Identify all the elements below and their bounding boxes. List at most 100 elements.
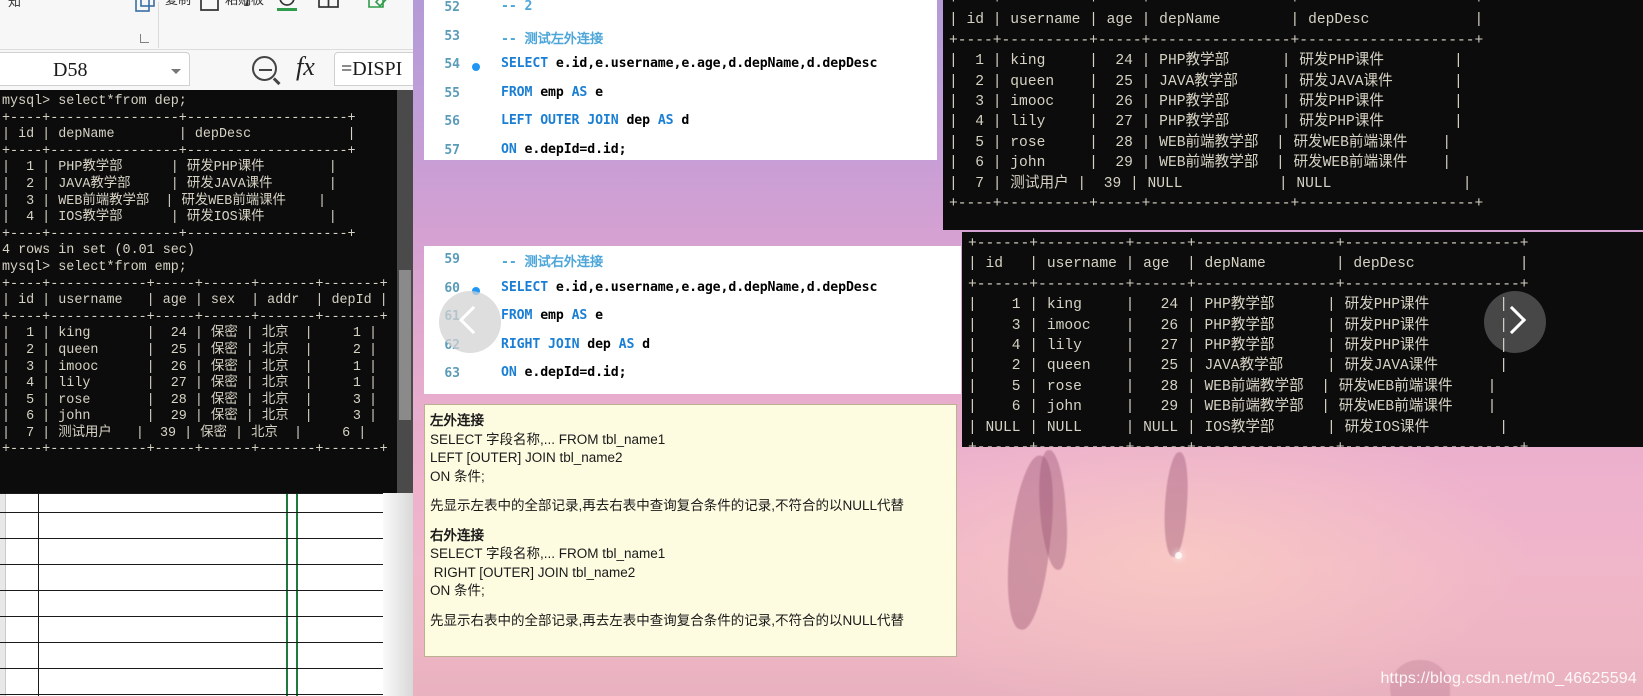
mysql-result-left-join[interactable]: +----+----------+-----+----------------+… <box>943 0 1643 230</box>
result-row: | 3 | imooc | 26 | PHP教学部 | 研发PHP课件 | <box>949 94 1463 111</box>
line-number: 52 <box>444 0 460 15</box>
code-editor-left-join[interactable]: 52 -- 2 53 -- 测试左外连接 54 SELECT e.id,e.usernam… <box>424 0 937 160</box>
terminal-line: | 3 | WEB前端教学部 | 研发WEB前端课件 | <box>2 193 327 209</box>
terminal-line: +----+------------+-----+------+-------+… <box>2 276 388 292</box>
merge-cells-icon[interactable] <box>316 0 342 19</box>
terminal-line: | id | username | age | sex | addr | dep… <box>2 293 388 309</box>
terminal-line: | 5 | rose | 28 | 保密 | 北京 | 3 | <box>2 392 377 408</box>
note-text: 先显示右表中的全部记录,再去左表中查询复合条件的记录,不符合的以NULL代替 <box>430 612 905 628</box>
result-row: | id | username | age | depName | depDes… <box>968 256 1529 273</box>
result-row: | 2 | queen | 25 | JAVA教学部 | 研发JAVA课件 | <box>968 358 1509 375</box>
note-spacer <box>430 516 956 527</box>
code-text: ON e.depId=d.id; <box>501 141 627 157</box>
code-line[interactable]: 62RIGHT JOIN dep AS d <box>424 332 961 361</box>
code-line[interactable]: 63 ON e.depId=d.id; <box>424 360 961 389</box>
code-text: FROM emp AS e <box>501 84 603 100</box>
formula-input-value: =DISPI <box>341 58 403 80</box>
code-text: -- 测试右外连接 <box>501 255 604 270</box>
underline-icon[interactable] <box>272 0 302 21</box>
edit-icon[interactable] <box>366 0 394 19</box>
terminal-line: +----+------------+-----+------+-------+… <box>2 309 388 325</box>
svg-text:I: I <box>243 0 252 11</box>
terminal-scrollbar[interactable] <box>397 90 413 493</box>
result-row: | 7 | 测试用户 | 39 | NULL | NULL | <box>949 175 1472 192</box>
function-icon[interactable]: fx <box>296 52 315 82</box>
terminal-line: mysql> select*from emp; <box>2 259 187 275</box>
line-number: 54 <box>444 57 460 72</box>
line-number: 53 <box>444 28 460 44</box>
code-text: RIGHT JOIN dep AS d <box>501 336 650 352</box>
row-header-column <box>0 493 6 696</box>
zoom-out-icon[interactable] <box>252 56 281 85</box>
result-row: +------+----------+------+--------------… <box>962 438 1643 447</box>
name-box[interactable]: D58 <box>0 52 190 86</box>
code-line[interactable]: 60 SELECT e.id,e.username,e.age,d.depName… <box>424 275 961 304</box>
grid-row-border <box>0 642 397 643</box>
next-image-button[interactable] <box>1484 291 1546 353</box>
terminal-line: +----+----------------+-----------------… <box>2 110 356 126</box>
note-text: ON 条件; <box>430 468 485 484</box>
result-row: | id | username | age | depName | depDes… <box>949 12 1484 29</box>
code-text: ON e.depId=d.id; <box>501 365 627 380</box>
grid-column-border-green <box>286 493 288 696</box>
border-icon[interactable] <box>196 0 222 19</box>
code-line[interactable]: 56 LEFT OUTER JOIN dep AS d <box>424 108 937 137</box>
code-line[interactable]: 57 ON e.depId=d.id; <box>424 137 937 161</box>
grid-row-border <box>0 564 397 565</box>
result-row: | 2 | queen | 25 | JAVA教学部 | 研发JAVA课件 | <box>949 73 1463 90</box>
line-number: 56 <box>444 114 460 129</box>
terminal-line: +----+----------------+-----------------… <box>2 143 356 159</box>
terminal-line: | 7 | 测试用户 | 39 | 保密 | 北京 | 6 | <box>2 425 367 441</box>
code-line[interactable]: 55 FROM emp AS e <box>424 80 937 109</box>
code-text: SELECT e.id,e.username,e.age,d.depName,d… <box>501 279 878 295</box>
breakpoint-icon[interactable] <box>472 63 480 71</box>
code-line[interactable]: 54 SELECT e.id,e.username,e.age,d.depName… <box>424 51 937 80</box>
excel-toolbar: 知 复制 粘贴板 I <box>0 0 413 50</box>
note-spacer <box>430 486 956 497</box>
grid-row-border <box>0 493 397 494</box>
note-text: 先显示左表中的全部记录,再去右表中查询复合条件的记录,不符合的以NULL代替 <box>430 498 905 513</box>
result-row: | 6 | john | 29 | WEB前端教学部 | 研发WEB前端课件 | <box>949 155 1452 172</box>
result-row: | 5 | rose | 28 | WEB前端教学部 | 研发WEB前端课件 | <box>949 134 1452 151</box>
mysql-terminal[interactable]: mysql> select*from dep; +----+-----------… <box>0 90 397 493</box>
terminal-line: | id | depName | depDesc | <box>2 127 356 143</box>
watermark: https://blog.csdn.net/m0_46625594 <box>1380 670 1637 687</box>
result-row: +----+----------+-----+----------------+… <box>949 32 1484 49</box>
grid-row-border <box>0 512 397 513</box>
formula-input[interactable]: =DISPI <box>334 52 413 86</box>
line-number: 57 <box>444 142 460 158</box>
result-row: | 6 | john | 29 | WEB前端教学部 | 研发WEB前端课件 | <box>968 399 1497 416</box>
grid-row-border <box>0 694 397 695</box>
terminal-line: 4 rows in set (0.01 sec) <box>2 243 195 259</box>
code-text: -- 2 <box>501 0 533 14</box>
result-row: | 4 | lily | 27 | PHP教学部 | 研发PHP课件 | <box>949 114 1463 131</box>
result-row: +------+----------+------+--------------… <box>968 236 1529 252</box>
scrollbar-thumb[interactable] <box>399 270 411 420</box>
result-row: | NULL | NULL | NULL | IOS教学部 | 研发IOS课件 … <box>968 419 1509 436</box>
toolbar-label-paste[interactable]: 知 <box>8 0 36 12</box>
grid-row-border <box>0 668 397 669</box>
code-text: -- 测试左外连接 <box>501 31 604 47</box>
spreadsheet-grid[interactable] <box>0 493 397 696</box>
copy-icon[interactable] <box>133 0 159 19</box>
result-row: | 1 | king | 24 | PHP教学部 | 研发PHP课件 | <box>949 53 1463 70</box>
grid-right-gutter <box>383 493 413 696</box>
code-line[interactable]: 53 -- 测试左外连接 <box>424 23 937 52</box>
note-text: RIGHT [OUTER] JOIN tbl_name2 <box>430 564 636 580</box>
previous-image-button[interactable] <box>439 291 501 353</box>
code-line[interactable]: 61FROM emp AS e <box>424 303 961 332</box>
code-line[interactable]: 59 -- 测试右外连接 <box>424 246 961 275</box>
mysql-result-right-join[interactable]: +------+----------+------+--------------… <box>962 232 1643 447</box>
terminal-line: | 2 | JAVA教学部 | 研发JAVA课件 | <box>2 176 337 192</box>
result-row: +----+----------+-----+----------------+… <box>949 196 1484 213</box>
code-text: SELECT e.id,e.username,e.age,d.depName,d… <box>501 56 878 71</box>
font-italic-icon[interactable]: I <box>240 0 260 19</box>
note-text: SELECT 字段名称,... FROM tbl_name1 <box>430 431 666 447</box>
dialog-launcher-icon[interactable] <box>140 34 149 43</box>
result-row: +----+----------+-----+----------------+… <box>949 0 1484 8</box>
code-line[interactable]: 52 -- 2 <box>424 0 937 23</box>
note-heading: 右外连接 <box>430 527 484 543</box>
line-number: 55 <box>444 85 460 101</box>
chevron-down-icon[interactable] <box>171 69 181 74</box>
code-editor-right-join[interactable]: 59 -- 测试右外连接 60 SELECT e.id,e.username,e.ag… <box>424 246 961 394</box>
